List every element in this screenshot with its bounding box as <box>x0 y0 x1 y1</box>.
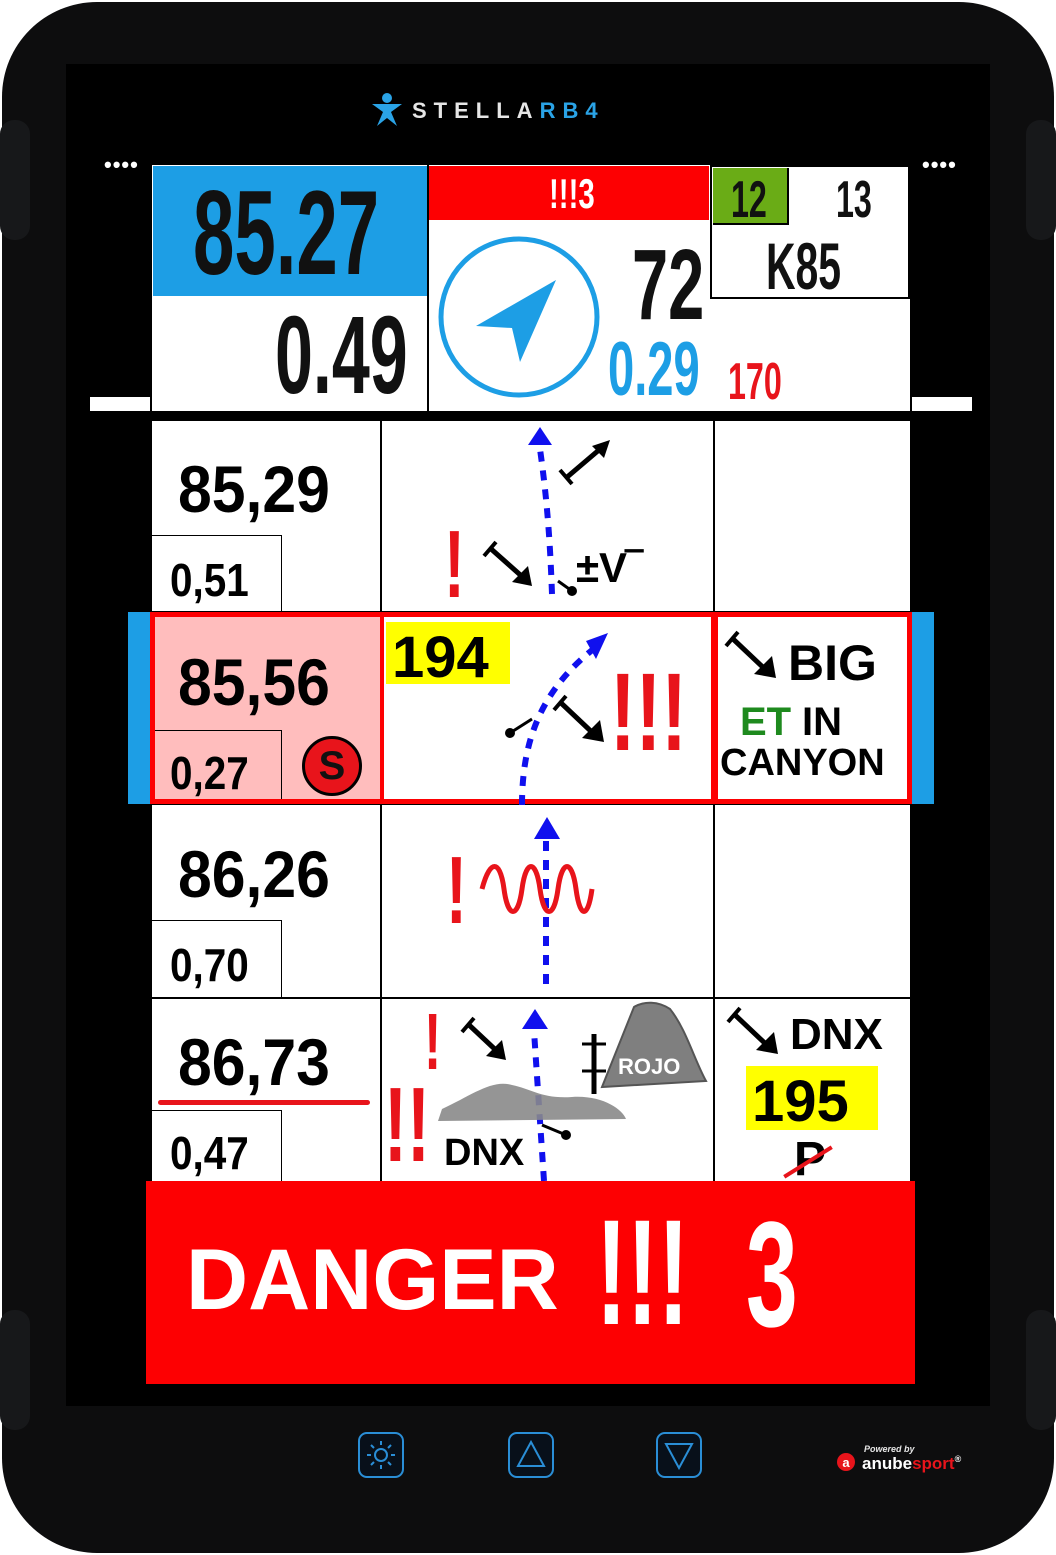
current-box-number: 12 <box>731 171 767 229</box>
route-line <box>537 448 555 595</box>
row-partial: 0,47 <box>170 1127 249 1179</box>
brand-name: STELLA <box>412 98 540 123</box>
info-dnx: DNX <box>790 1010 883 1059</box>
danger-marks-row2: !!! <box>610 651 687 774</box>
powered-by-text: Powered by <box>864 1444 915 1454</box>
tulip-note-dnx: DNX <box>444 1132 525 1174</box>
next-box-number: 13 <box>836 171 872 229</box>
brand-model: RB4 <box>539 98 605 123</box>
left-bumper-bottom <box>0 1310 30 1430</box>
registered-mark: ® <box>954 1454 962 1464</box>
cap-value-row4: 195 <box>752 1069 849 1134</box>
diagonal-arrow-down-icon <box>724 630 776 678</box>
partial-distance: 0.49 <box>275 296 408 408</box>
diagonal-arrow-up-icon <box>558 440 610 486</box>
active-indicator-right <box>912 612 934 804</box>
brand-anube: anube <box>862 1454 913 1473</box>
grid-vline-4 <box>910 804 912 1181</box>
brand-sport: sport <box>912 1454 955 1473</box>
row-distance: 86,73 <box>178 1025 330 1099</box>
info-canyon: CANYON <box>720 742 885 784</box>
gps-device: STELLARB4 •••• •••• 85.27 0.49 !!!3 72 0… <box>0 0 1056 1555</box>
info-big: BIG <box>788 635 877 691</box>
row-partial: 0,70 <box>170 939 249 991</box>
row-distance: 86,26 <box>178 837 330 911</box>
scroll-down-button[interactable] <box>656 1432 702 1478</box>
active-indicator-left <box>128 612 150 804</box>
row-partial: 0,51 <box>170 554 249 606</box>
diagonal-arrow-down-icon <box>460 1016 506 1060</box>
roadbook-row-1-distance[interactable]: 85,29 0,51 <box>150 419 382 613</box>
cap-value: 194 <box>392 625 489 690</box>
scroll-up-button[interactable] <box>508 1432 554 1478</box>
tulip-note-row1: ±V‾ <box>576 544 642 591</box>
total-distance: 85.27 <box>193 166 380 296</box>
danger-label: DANGER <box>186 1232 559 1328</box>
svg-text:a: a <box>842 1455 850 1470</box>
caution-mark: ! <box>444 511 465 618</box>
danger-banner-small-text: !!!3 <box>549 170 595 217</box>
rock-label: ROJO <box>618 1054 681 1079</box>
partial-distance-box[interactable]: 0.49 <box>153 296 427 408</box>
left-bumper-top <box>0 120 30 240</box>
anubesport-logo-icon: a <box>837 1453 855 1471</box>
arrow-up-icon <box>516 1439 546 1467</box>
cap-highlight: 194 <box>386 622 510 690</box>
double-caution-mark: !! <box>384 1066 430 1184</box>
caution-mark-row3: ! <box>446 837 467 944</box>
total-distance-box[interactable]: 85.27 <box>153 166 427 296</box>
brightness-button[interactable] <box>358 1432 404 1478</box>
roadbook-row-4-distance[interactable]: 86,73 0,47 <box>150 998 382 1182</box>
next-heading: 170 <box>728 353 782 411</box>
danger-level: 3 <box>746 1190 798 1358</box>
menu-dots-right[interactable]: •••• <box>922 152 957 178</box>
roadbook-row-3-distance[interactable]: 86,26 0,70 <box>150 804 382 998</box>
danger-banner-small: !!!3 <box>429 166 709 220</box>
cap-highlight-row4: 195 <box>746 1066 878 1134</box>
diagonal-arrow-down-icon <box>482 540 532 586</box>
compass-icon <box>438 236 600 398</box>
info-in: IN <box>802 700 842 744</box>
waypoint-label: K85 <box>766 229 842 303</box>
current-box[interactable]: 12 <box>713 168 789 229</box>
powered-by-logo: a Powered by anubesport® <box>836 1444 966 1480</box>
menu-dots-left[interactable]: •••• <box>104 152 139 178</box>
grid-vline-3 <box>910 419 912 613</box>
diagonal-arrow-down-icon <box>552 694 604 742</box>
danger-marks: !!! <box>596 1188 689 1356</box>
right-bumper-bottom <box>1026 1310 1056 1430</box>
right-bumper-top <box>1026 120 1056 240</box>
arrow-down-icon <box>664 1443 694 1471</box>
diagonal-arrow-down-icon <box>726 1006 778 1054</box>
info-et: ET <box>740 700 792 744</box>
brightness-icon <box>367 1441 395 1469</box>
danger-alert: DANGER !!! 3 <box>146 1181 915 1384</box>
stella-logo-icon <box>372 93 402 126</box>
row-distance: 85,29 <box>178 452 330 526</box>
next-distance: 0.29 <box>608 327 700 412</box>
distance-underline <box>158 1100 370 1105</box>
